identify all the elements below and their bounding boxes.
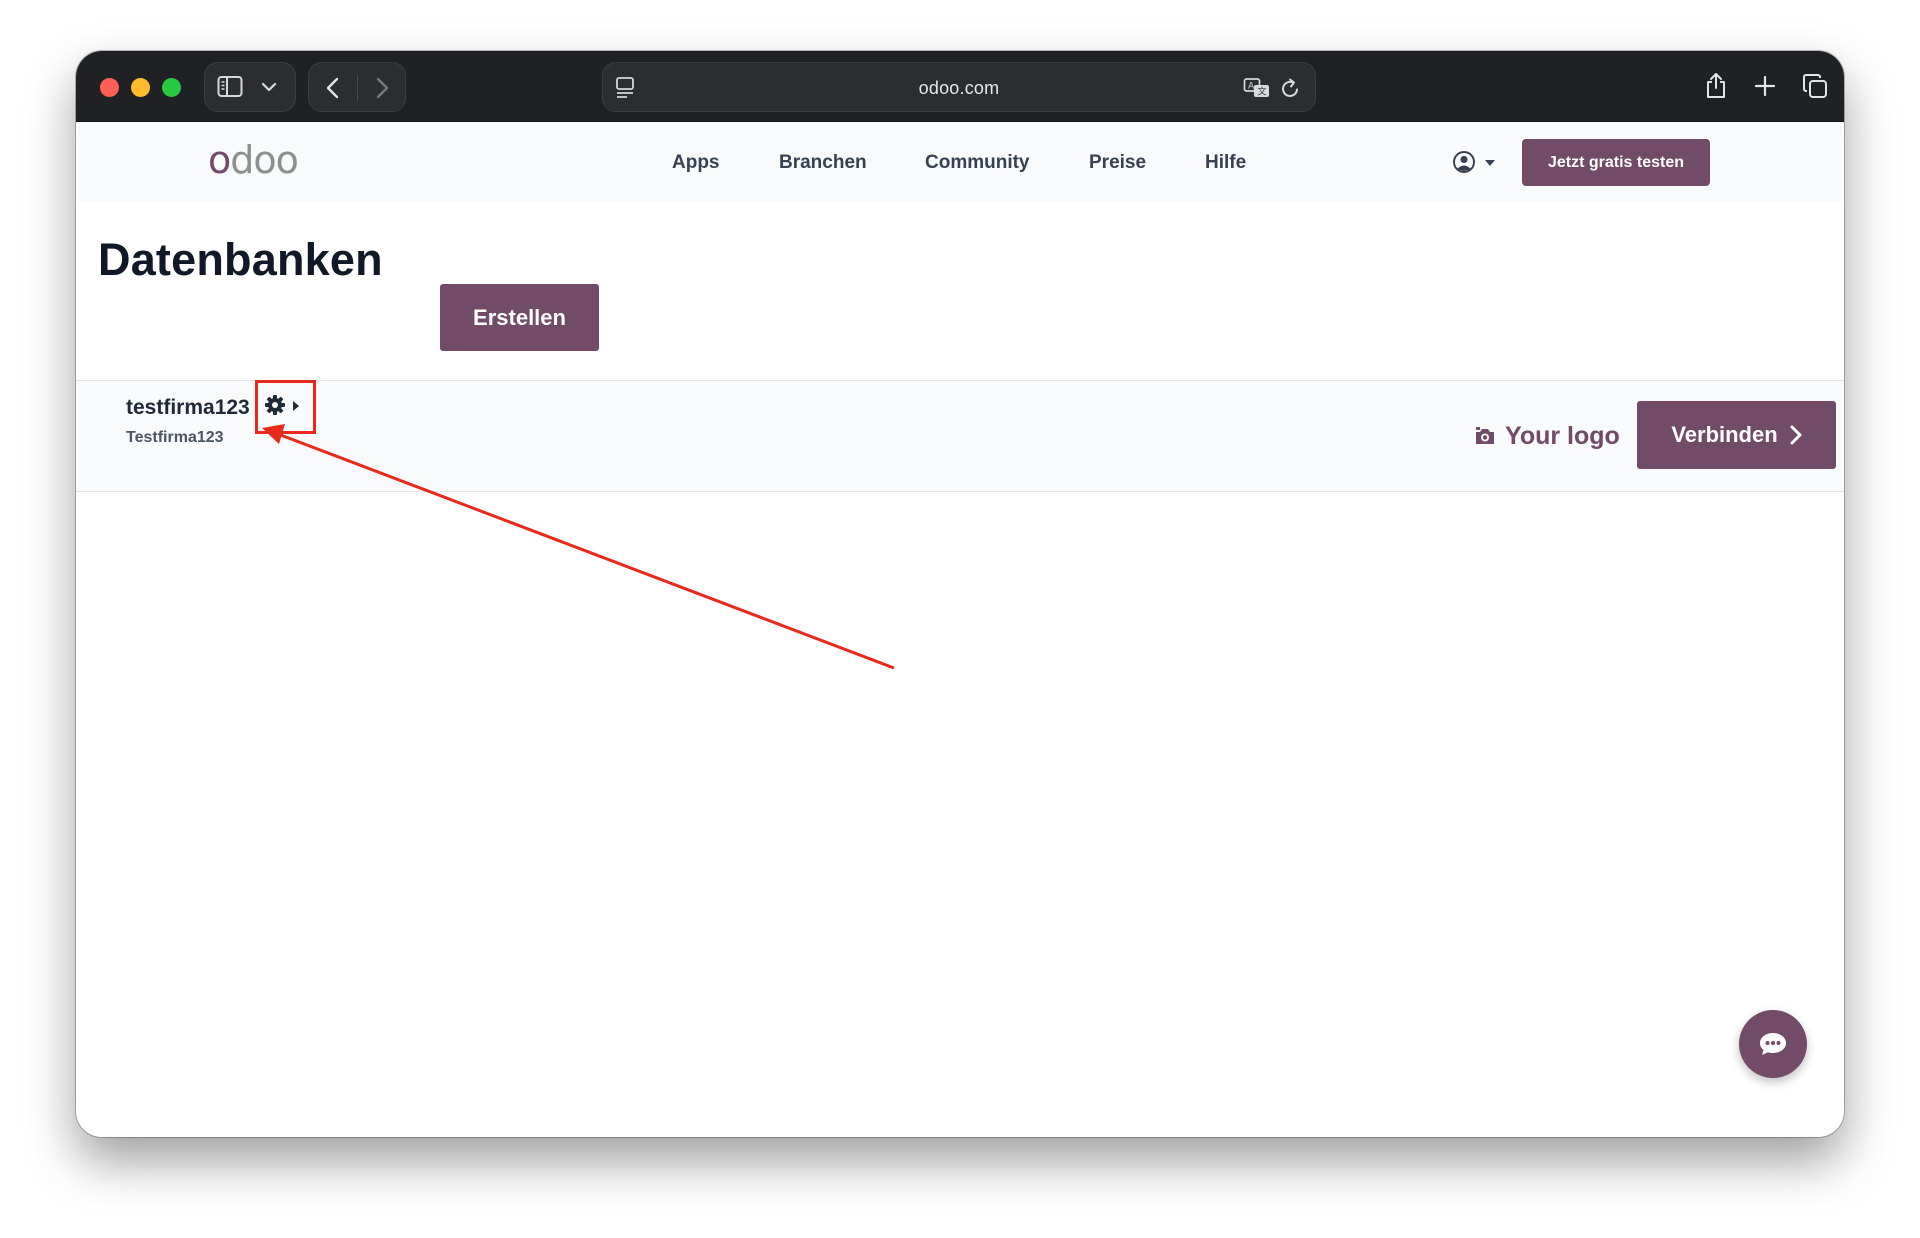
chevron-down-icon[interactable]	[261, 81, 277, 93]
reload-icon[interactable]	[1281, 77, 1301, 99]
svg-text:A: A	[1248, 82, 1255, 92]
tabs-overview-icon[interactable]	[1802, 73, 1828, 99]
minimize-window-button[interactable]	[131, 78, 150, 97]
close-window-button[interactable]	[100, 78, 119, 97]
chat-button[interactable]	[1739, 1010, 1807, 1078]
create-database-button[interactable]: Erstellen	[440, 284, 599, 351]
zoom-window-button[interactable]	[162, 78, 181, 97]
odoo-logo[interactable]: odoo	[208, 138, 299, 182]
logo-rest-letters: doo	[230, 138, 299, 182]
nav-branchen[interactable]: Branchen	[779, 152, 867, 174]
camera-icon	[1476, 427, 1494, 444]
history-navigation-group	[308, 62, 406, 112]
address-bar[interactable]: odoo.com A 文	[602, 62, 1316, 112]
database-card: testfirma123 Testfirma123 Your logo Verb…	[76, 380, 1844, 492]
nav-apps[interactable]: Apps	[672, 152, 720, 174]
page-title: Datenbanken	[98, 234, 383, 285]
svg-text:文: 文	[1258, 86, 1267, 98]
connect-label: Verbinden	[1671, 422, 1778, 447]
caret-down-icon	[1485, 160, 1495, 166]
sidebar-toggle-group	[204, 62, 296, 112]
translate-icon[interactable]: A 文	[1243, 76, 1271, 100]
sidebar-icon[interactable]	[217, 75, 243, 99]
chevron-right-icon	[1790, 425, 1802, 445]
chat-icon	[1760, 1033, 1786, 1055]
user-icon	[1453, 151, 1475, 173]
user-menu[interactable]	[1452, 150, 1498, 176]
database-subtitle: Testfirma123	[126, 429, 224, 446]
share-icon[interactable]	[1705, 71, 1727, 99]
toolbar-divider	[357, 75, 358, 101]
browser-toolbar: odoo.com A 文	[76, 51, 1844, 122]
browser-window: odoo.com A 文 odoo Apps Branchen Communit…	[76, 51, 1844, 1137]
free-trial-button[interactable]: Jetzt gratis testen	[1522, 139, 1710, 186]
connect-button[interactable]: Verbinden	[1637, 401, 1836, 469]
your-logo-label: Your logo	[1505, 421, 1620, 450]
new-tab-icon[interactable]	[1754, 75, 1776, 97]
annotation-highlight-box	[255, 380, 316, 434]
address-url[interactable]: odoo.com	[603, 78, 1315, 99]
your-logo-placeholder[interactable]: Your logo	[1474, 421, 1620, 451]
logo-accent-letter: o	[208, 138, 231, 182]
nav-preise[interactable]: Preise	[1089, 152, 1146, 174]
site-header: odoo Apps Branchen Community Preise Hilf…	[76, 122, 1844, 202]
back-icon[interactable]	[324, 77, 342, 99]
nav-hilfe[interactable]: Hilfe	[1205, 152, 1246, 174]
forward-icon[interactable]	[373, 77, 391, 99]
web-page: odoo Apps Branchen Community Preise Hilf…	[76, 122, 1844, 1137]
database-name[interactable]: testfirma123	[126, 396, 250, 420]
nav-community[interactable]: Community	[925, 152, 1030, 174]
